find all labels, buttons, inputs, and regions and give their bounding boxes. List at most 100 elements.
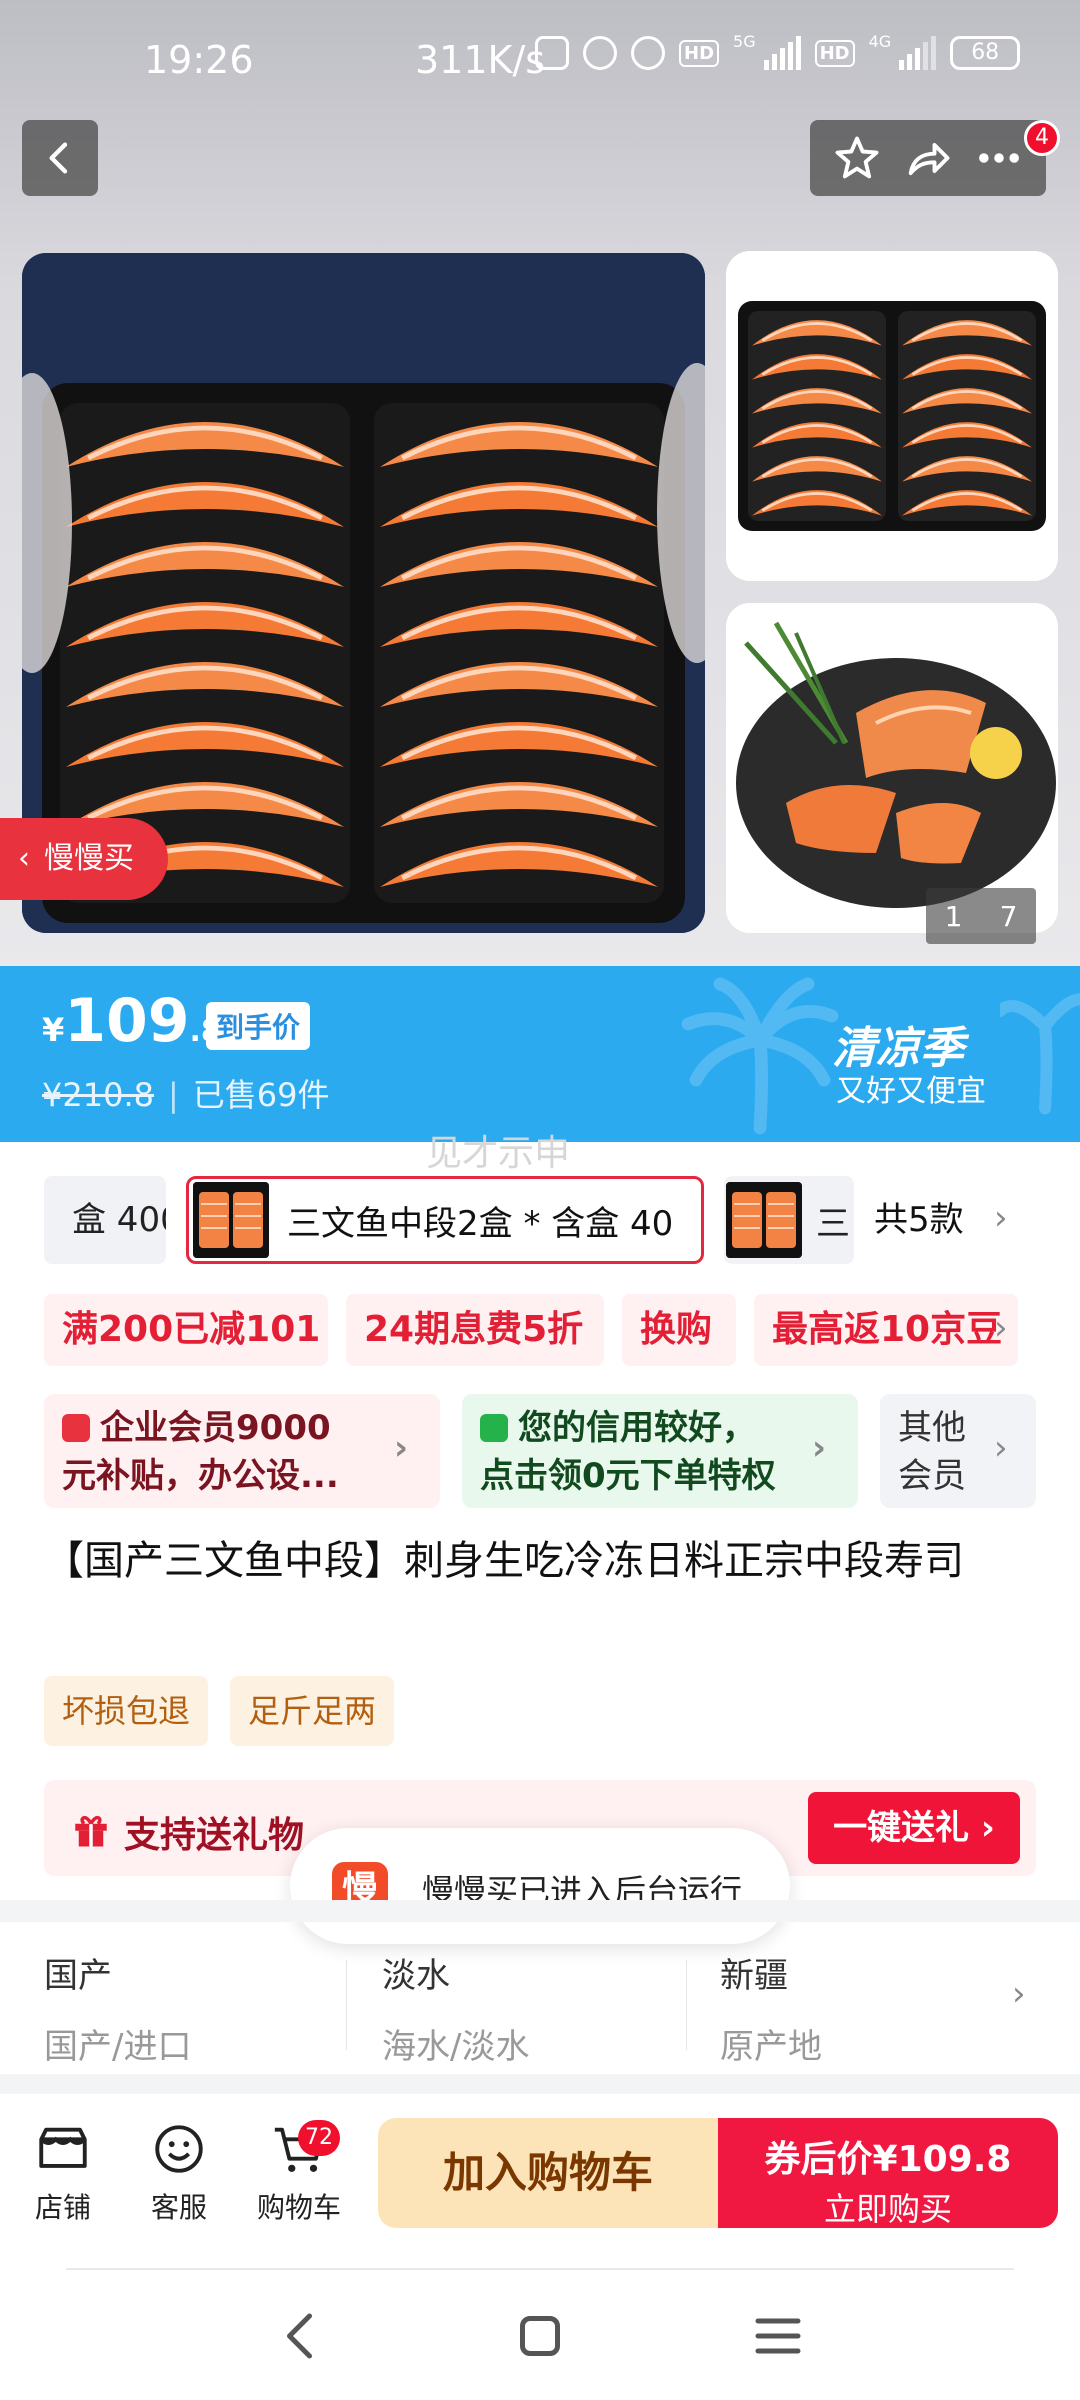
promo-chip-installment[interactable]: 24期息费5折: [346, 1294, 604, 1366]
system-navigation-bar: [0, 2270, 1080, 2400]
nav-home-icon[interactable]: [510, 2306, 570, 2366]
nfc-icon: [535, 36, 569, 70]
price-currency: ¥: [42, 1011, 65, 1049]
credit-privilege-card[interactable]: 您的信用较好， 点击领0元下单特权 ›: [462, 1394, 858, 1508]
mute-icon: [583, 36, 617, 70]
hd-icon: HD: [679, 39, 720, 67]
service-tags: 坏损包退 足斤足两: [44, 1676, 395, 1746]
chevron-right-icon: ›: [812, 1428, 827, 1468]
status-time: 19:26: [144, 38, 254, 82]
price-integer: 109: [64, 986, 190, 1056]
attribute-value: 淡水: [382, 1956, 450, 1996]
shopping-bag-icon: [480, 1414, 508, 1442]
product-detail-page: 19:26 311K/s HD 5G HD 4G 68 4 ‹ 慢慢买 1 7 …: [0, 0, 1080, 2400]
watermark-text: 见才示申: [426, 1133, 571, 1174]
variant-option-selected[interactable]: 三文鱼中段2盒 * 含盒 40: [186, 1176, 704, 1264]
customer-service-icon: [155, 2125, 203, 2173]
thumbnail-plate-image: [726, 603, 1058, 933]
promo-chip-cashback[interactable]: 最高返10京豆: [754, 1294, 1018, 1366]
original-price: ¥210.8: [42, 1076, 154, 1114]
promo-chip-tradein[interactable]: 换购: [622, 1294, 736, 1366]
chevron-left-icon: [49, 142, 68, 174]
palm-decoration-icon-2: [1000, 993, 1080, 1115]
shop-icon: [39, 2127, 87, 2168]
other-member-line2: 会员: [898, 1456, 966, 1496]
attribute-water-type: 淡水 海水/淡水: [382, 1948, 529, 2068]
share-icon[interactable]: [902, 132, 954, 184]
chevron-right-icon[interactable]: ›: [994, 1198, 1008, 1238]
gift-icon: [75, 1816, 107, 1847]
price-band: ¥109.8 到手价 ¥210.8|已售69件 清凉季 又好又便宜: [0, 966, 1080, 1142]
more-icon[interactable]: [973, 132, 1025, 184]
product-attributes[interactable]: 国产 国产/进口 淡水 海水/淡水 新疆 原产地 ›: [0, 1922, 1080, 2074]
signal-icon-2: [899, 36, 937, 70]
nav-back-icon[interactable]: [272, 2306, 332, 2366]
status-network-speed: 311K/s: [415, 38, 546, 82]
hd-icon-2: HD: [814, 39, 855, 67]
promo-chip-discount[interactable]: 满200已减101: [44, 1294, 328, 1366]
attribute-key: 海水/淡水: [382, 2027, 530, 2067]
customer-service-button[interactable]: 客服: [124, 2120, 234, 2226]
enterprise-member-line2: 元补贴，办公设...: [62, 1456, 339, 1496]
network-5g-label: 5G: [733, 31, 756, 51]
chevron-right-icon[interactable]: ›: [994, 1308, 1008, 1348]
slow-buy-label: 慢慢买: [44, 841, 134, 876]
final-price-label: 到手价: [206, 1002, 311, 1050]
credit-privilege-line2: 点击领0元下单特权: [480, 1456, 776, 1496]
customer-service-label: 客服: [150, 2191, 207, 2224]
buy-now-button[interactable]: 券后价¥109.8 立即购买: [718, 2118, 1058, 2228]
gift-label: 支持送礼物: [124, 1815, 305, 1856]
message-badge: 4: [1024, 120, 1060, 156]
other-member-line1: 其他: [898, 1408, 966, 1448]
buy-now-price: 券后价¥109.8: [764, 2139, 1012, 2180]
variant-next-label: 三: [816, 1203, 850, 1244]
signal-icon: [763, 36, 801, 70]
product-title: 【国产三文鱼中段】刺身生吃冷冻日料正宗中段寿司: [44, 1538, 964, 1584]
image-gallery[interactable]: 19:26 311K/s HD 5G HD 4G 68 4 ‹ 慢慢买 1 7: [0, 0, 1080, 966]
variant-count[interactable]: 共5款: [874, 1176, 964, 1264]
slow-buy-float-button[interactable]: ‹ 慢慢买: [0, 818, 168, 900]
attribute-key: 原产地: [720, 2027, 822, 2067]
promo-chips: 满200已减101 24期息费5折 换购 最高返10京豆 ›: [44, 1294, 1044, 1366]
attribute-value: 国产: [44, 1956, 112, 1996]
buy-now-label: 立即购买: [823, 2190, 952, 2228]
variant-thumbnail-next: [726, 1182, 802, 1258]
add-to-cart-button[interactable]: 加入购物车: [378, 2118, 718, 2228]
service-tag-full-weight[interactable]: 足斤足两: [230, 1676, 395, 1746]
top-actions: [810, 120, 1046, 196]
original-price-row: ¥210.8 | 已售69件: [42, 1076, 330, 1114]
chevron-right-icon: ›: [994, 1428, 1008, 1468]
attribute-value: 新疆: [720, 1956, 788, 1996]
attribute-place-of-origin: 新疆 原产地: [720, 1948, 822, 2068]
enterprise-member-line1: 企业会员9000: [100, 1408, 331, 1448]
cart-count-badge: 72: [298, 2120, 340, 2156]
enterprise-member-card[interactable]: 企业会员9000 元补贴，办公设... ›: [44, 1394, 440, 1508]
variant-selected-label: 三文鱼中段2盒 * 含盒 40: [287, 1203, 674, 1244]
nav-menu-icon[interactable]: [748, 2306, 808, 2366]
other-member-card[interactable]: 其他 会员 ›: [880, 1394, 1036, 1508]
user-icon: [62, 1414, 90, 1442]
image-counter-current: 1: [944, 899, 963, 933]
send-gift-button[interactable]: 一键送礼 ›: [808, 1792, 1020, 1864]
chevron-right-icon: ›: [394, 1428, 409, 1468]
thumbnail-plate[interactable]: [726, 603, 1058, 933]
shop-button[interactable]: 店铺: [8, 2120, 118, 2226]
favorite-star-icon[interactable]: [831, 132, 883, 184]
service-tag-damage-refund[interactable]: 坏损包退: [44, 1676, 209, 1746]
variant-option-next[interactable]: 三: [724, 1176, 854, 1264]
chevron-left-icon: ‹: [18, 841, 30, 876]
variant-option-prev[interactable]: 盒 400: [44, 1176, 166, 1264]
image-counter: 1 7: [926, 888, 1036, 944]
attribute-separator: [686, 1960, 687, 2050]
attribute-separator: [346, 1960, 347, 2050]
shop-label: 店铺: [34, 2191, 91, 2224]
palm-decoration-icon: [681, 977, 839, 1135]
image-counter-total: 7: [999, 899, 1018, 933]
alarm-icon: [631, 36, 665, 70]
thumbnail-trays[interactable]: [726, 251, 1058, 581]
final-price: ¥109.8: [42, 986, 222, 1056]
back-button[interactable]: [22, 120, 98, 196]
season-subtitle: 又好又便宜: [836, 1074, 986, 1109]
section-divider: [0, 1900, 1080, 1922]
attribute-key: 国产/进口: [44, 2027, 192, 2067]
